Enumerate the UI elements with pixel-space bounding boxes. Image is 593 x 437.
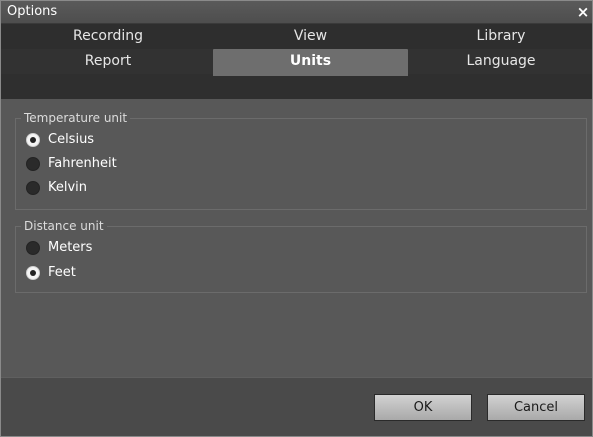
close-button[interactable]: × bbox=[574, 2, 592, 22]
dialog-title: Options bbox=[7, 4, 58, 19]
button-bar: OK Cancel bbox=[1, 377, 592, 436]
tab-row-1: Recording View Library bbox=[1, 24, 592, 49]
radio-label-meters: Meters bbox=[48, 240, 93, 255]
tab-row-2: Report Units Language bbox=[1, 49, 592, 76]
radio-label-kelvin: Kelvin bbox=[48, 180, 88, 195]
temperature-unit-legend: Temperature unit bbox=[21, 110, 131, 126]
radio-label-fahrenheit: Fahrenheit bbox=[48, 156, 117, 171]
radio-unchecked-icon[interactable] bbox=[26, 241, 40, 255]
tab-library[interactable]: Library bbox=[408, 24, 592, 49]
tab-language[interactable]: Language bbox=[408, 49, 592, 74]
distance-unit-legend: Distance unit bbox=[21, 218, 107, 234]
radio-checked-icon[interactable] bbox=[26, 133, 40, 147]
tab-report[interactable]: Report bbox=[7, 49, 209, 74]
distance-unit-group: Distance unit Meters Feet bbox=[15, 218, 587, 293]
radio-unchecked-icon[interactable] bbox=[26, 181, 40, 195]
radio-unchecked-icon[interactable] bbox=[26, 157, 40, 171]
tab-recording[interactable]: Recording bbox=[7, 24, 209, 49]
temperature-unit-group: Temperature unit Celsius Fahrenheit Kelv… bbox=[15, 110, 587, 210]
radio-label-celsius: Celsius bbox=[48, 132, 95, 147]
tab-view[interactable]: View bbox=[213, 24, 408, 49]
tab-strip: Recording View Library Report Units Lang… bbox=[1, 24, 592, 99]
cancel-button[interactable]: Cancel bbox=[487, 394, 585, 421]
title-bar[interactable]: Options × bbox=[1, 1, 592, 24]
units-panel: Temperature unit Celsius Fahrenheit Kelv… bbox=[1, 99, 592, 377]
options-dialog: Options × Recording View Library Report … bbox=[0, 0, 593, 437]
ok-button[interactable]: OK bbox=[374, 394, 472, 421]
tab-units[interactable]: Units bbox=[213, 49, 408, 76]
radio-label-feet: Feet bbox=[48, 265, 76, 280]
radio-checked-icon[interactable] bbox=[26, 266, 40, 280]
